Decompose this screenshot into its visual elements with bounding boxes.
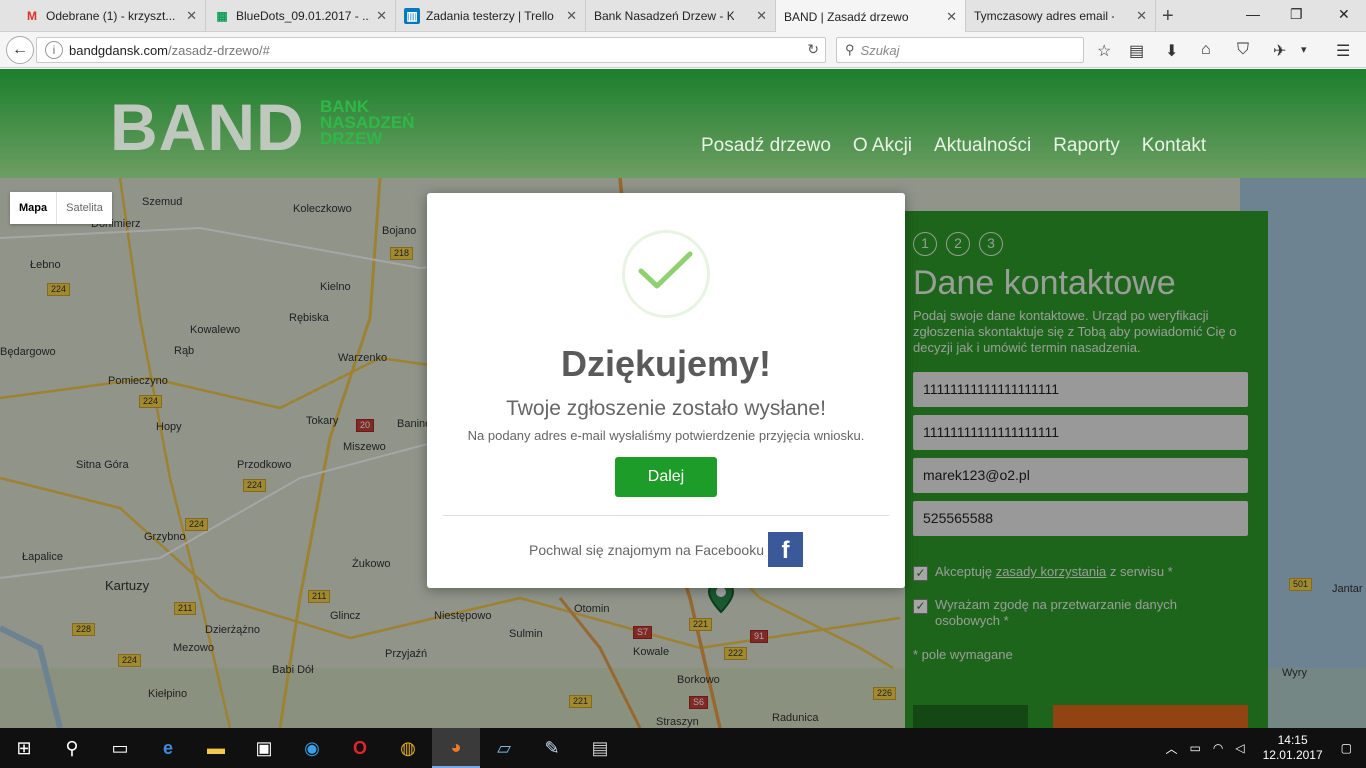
tab-title: Tymczasowy adres email -...	[974, 9, 1114, 23]
facebook-share-row: Pochwal się znajomym na Facebooku f	[427, 532, 905, 567]
chevron-up-icon[interactable]: ︿	[1166, 740, 1178, 757]
site-logo[interactable]: BAND	[110, 94, 305, 160]
file-explorer-icon[interactable]: ▬	[192, 728, 240, 768]
facebook-icon[interactable]: f	[768, 532, 803, 567]
nav-item-o-akcji[interactable]: O Akcji	[853, 135, 912, 157]
browser-tab-bar: M Odebrane (1) - krzyszt... ✕ ▦ BlueDots…	[0, 0, 1366, 33]
nav-item-raporty[interactable]: Raporty	[1053, 135, 1120, 157]
reading-list-icon[interactable]: ▤	[1129, 41, 1144, 61]
app-icon[interactable]: ▤	[576, 728, 624, 768]
close-tab-icon[interactable]: ✕	[940, 9, 957, 25]
search-input[interactable]: ⚲ Szukaj	[836, 37, 1084, 63]
close-tab-icon[interactable]: ✕	[1130, 8, 1147, 24]
windows-start-icon[interactable]: ⊞	[0, 728, 48, 768]
modal-title: Dziękujemy!	[560, 343, 772, 384]
opera-icon[interactable]: O	[336, 728, 384, 768]
nav-item-kontakt[interactable]: Kontakt	[1142, 135, 1206, 157]
app-icon[interactable]: ◉	[288, 728, 336, 768]
wifi-icon[interactable]: ◠	[1213, 741, 1223, 755]
notifications-icon[interactable]: ▢	[1341, 741, 1352, 755]
info-icon[interactable]: i	[45, 41, 63, 59]
share-text: Pochwal się znajomym na Facebooku	[528, 541, 764, 558]
main-nav: Posadź drzewo O Akcji Aktualności Raport…	[701, 135, 1228, 157]
site-header: BAND BANK NASADZEŃ DRZEW Posadź drzewo O…	[0, 69, 1366, 178]
gmail-icon: M	[27, 9, 37, 23]
url-domain: bandgdansk.com	[69, 42, 169, 58]
chevron-down-icon[interactable]: ▾	[1301, 43, 1307, 56]
system-tray: ︿ ▭ ◠ ◁ 14:15 12.01.2017 ▢	[1160, 728, 1366, 768]
firefox-icon[interactable]: ◕	[432, 728, 480, 768]
map-type-map-button[interactable]: Mapa	[10, 192, 56, 224]
restore-icon[interactable]: ❐	[1290, 6, 1303, 23]
success-check-icon	[622, 230, 710, 318]
home-icon[interactable]: ⌂	[1201, 41, 1211, 59]
browser-tab[interactable]: M Odebrane (1) - krzyszt... ✕	[16, 0, 206, 32]
chrome-icon[interactable]: ◍	[384, 728, 432, 768]
web-page: Szemud Koleczkowo Donimierz Bojano Łebno…	[0, 69, 1366, 728]
bookmark-star-icon[interactable]: ☆	[1097, 41, 1111, 61]
clock[interactable]: 14:15 12.01.2017	[1263, 733, 1323, 763]
browser-tab[interactable]: Bank Nasadzeń Drzew - Ko... ✕	[586, 0, 776, 32]
new-tab-icon[interactable]: +	[1162, 6, 1174, 26]
clock-date: 12.01.2017	[1262, 748, 1323, 762]
logo-sub-line: DRZEW	[320, 129, 383, 148]
tab-title: Zadania testerzy | Trello	[426, 9, 554, 23]
tab-title: Odebrane (1) - krzyszt...	[46, 9, 176, 23]
url-bar[interactable]: i bandgdansk.com/zasadz-drzewo/# ↻	[36, 37, 826, 63]
close-tab-icon[interactable]: ✕	[560, 8, 577, 24]
edge-icon[interactable]: e	[144, 728, 192, 768]
search-icon[interactable]: ⚲	[48, 728, 96, 768]
close-tab-icon[interactable]: ✕	[180, 8, 197, 24]
sheets-icon: ▦	[216, 9, 228, 23]
nav-item-posadz-drzewo[interactable]: Posadź drzewo	[701, 135, 831, 157]
minimize-icon[interactable]: —	[1246, 6, 1260, 22]
close-tab-icon[interactable]: ✕	[750, 8, 767, 24]
browser-nav-bar: ← i bandgdansk.com/zasadz-drzewo/# ↻ ⚲ S…	[0, 32, 1366, 68]
search-placeholder: Szukaj	[860, 42, 900, 58]
browser-tab[interactable]: Tymczasowy adres email -... ✕	[966, 0, 1156, 32]
map-type-control: Mapa Satelita	[10, 192, 112, 224]
checkmark-icon	[638, 251, 693, 289]
browser-tab[interactable]: ▥ Zadania testerzy | Trello ✕	[396, 0, 586, 32]
download-icon[interactable]: ⬇	[1165, 41, 1178, 61]
volume-icon[interactable]: ◁	[1235, 741, 1244, 755]
success-modal: Dziękujemy! Twoje zgłoszenie zostało wys…	[427, 193, 905, 588]
back-arrow-icon[interactable]: ←	[6, 36, 34, 64]
app-icon[interactable]: ▱	[480, 728, 528, 768]
tab-title: BlueDots_09.01.2017 - ...	[236, 9, 371, 23]
tab-title: Bank Nasadzeń Drzew - Ko...	[594, 9, 734, 23]
map-type-satellite-button[interactable]: Satelita	[56, 192, 112, 224]
paint-icon[interactable]: ✎	[528, 728, 576, 768]
task-view-icon[interactable]: ▭	[96, 728, 144, 768]
reload-icon[interactable]: ↻	[807, 41, 819, 58]
store-icon[interactable]: ▣	[240, 728, 288, 768]
battery-icon[interactable]: ▭	[1190, 741, 1201, 755]
trello-icon: ▥	[404, 8, 420, 24]
modal-text: Na podany adres e-mail wysłaliśmy potwie…	[467, 428, 865, 443]
windows-taskbar: ⊞ ⚲ ▭ e ▬ ▣ ◉ O ◍ ◕ ▱ ✎ ▤ ︿ ▭ ◠ ◁ 14:15 …	[0, 728, 1366, 768]
menu-icon[interactable]: ☰	[1336, 41, 1350, 61]
modal-subtitle: Twoje zgłoszenie zostało wysłane!	[506, 397, 826, 420]
browser-tab[interactable]: ▦ BlueDots_09.01.2017 - ... ✕	[206, 0, 396, 32]
search-icon: ⚲	[845, 42, 855, 57]
extension-icon[interactable]: ✈	[1273, 41, 1286, 61]
nav-item-aktualnosci[interactable]: Aktualności	[934, 135, 1031, 157]
pocket-icon[interactable]: ⛉	[1237, 41, 1249, 59]
close-window-icon[interactable]: ✕	[1338, 6, 1350, 23]
modal-divider	[443, 515, 889, 516]
clock-time: 14:15	[1277, 733, 1308, 747]
logo-subtitle: BANK NASADZEŃ DRZEW	[320, 98, 414, 148]
browser-tab-active[interactable]: BAND | Zasadź drzewo ✕	[776, 0, 966, 33]
close-tab-icon[interactable]: ✕	[370, 8, 387, 24]
tab-title: BAND | Zasadź drzewo	[784, 9, 909, 24]
continue-button[interactable]: Dalej	[615, 457, 717, 497]
url-path: /zasadz-drzewo/#	[168, 42, 270, 58]
